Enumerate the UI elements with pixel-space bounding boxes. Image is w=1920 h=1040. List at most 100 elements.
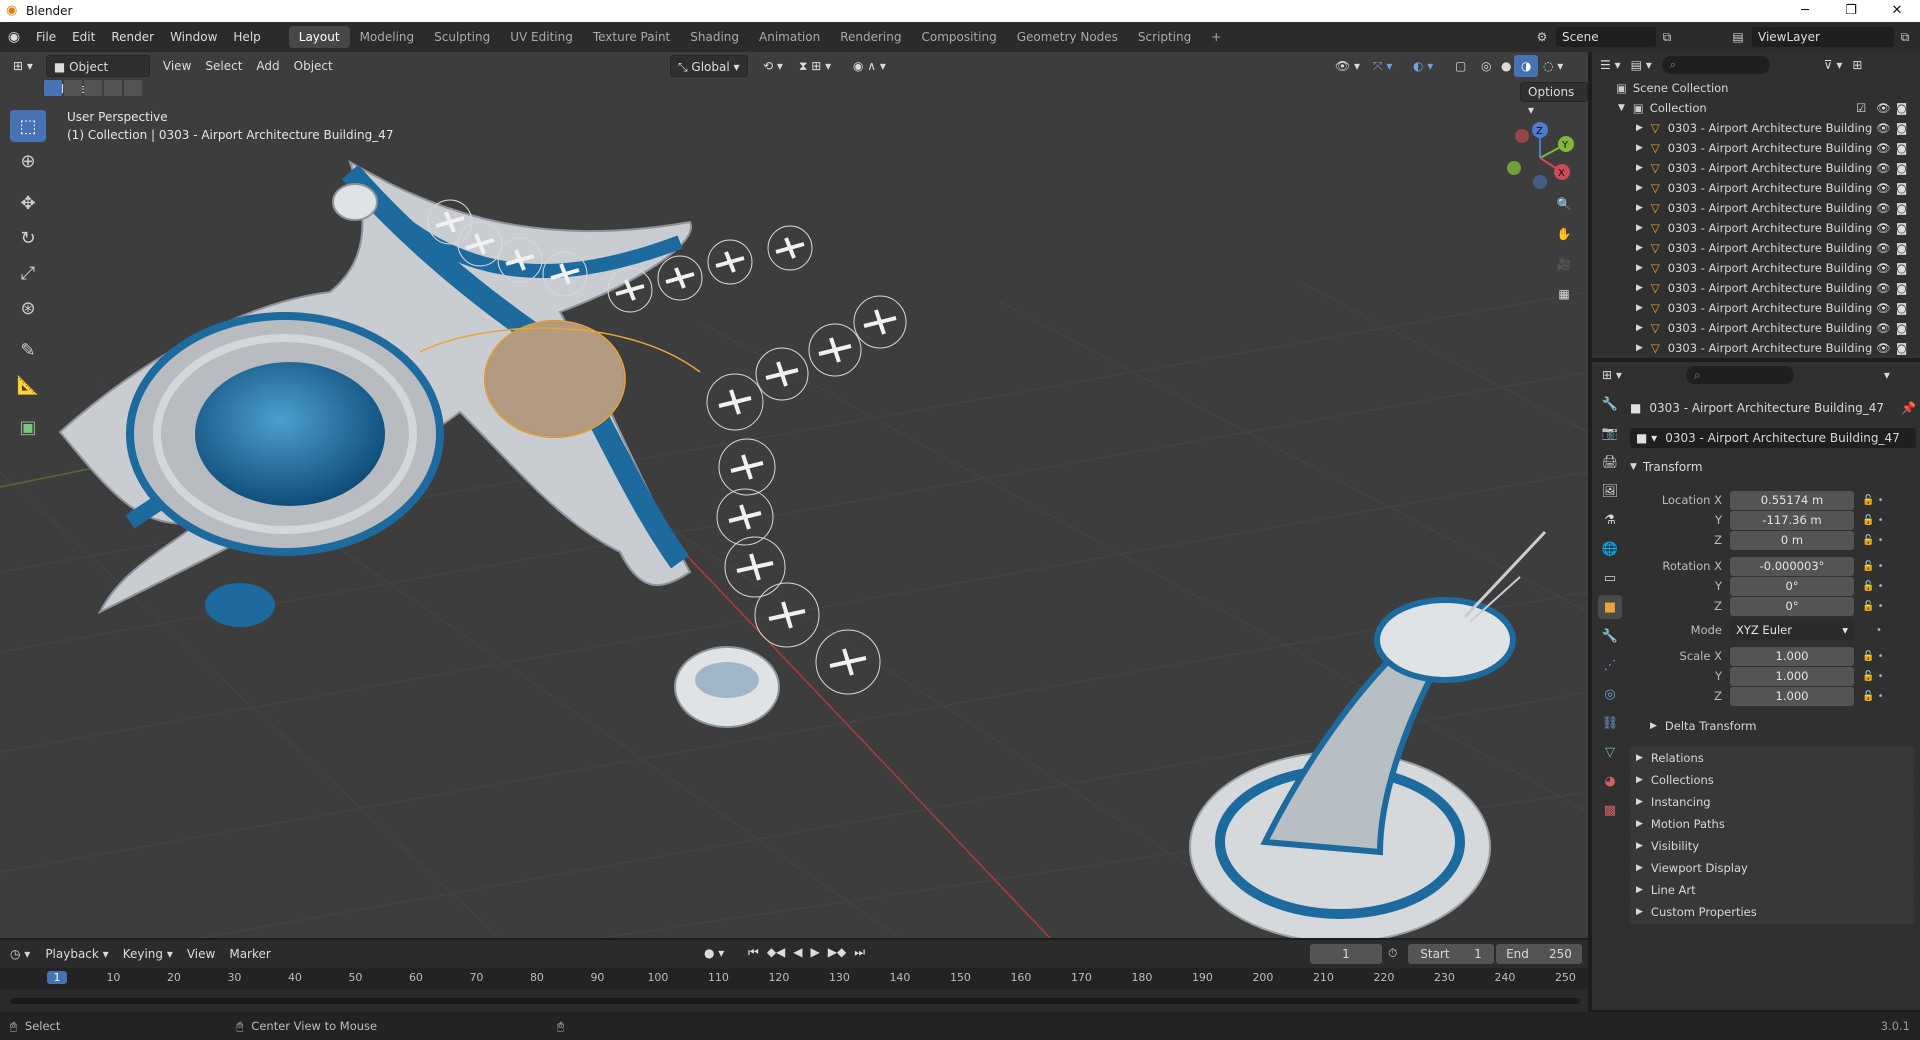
rotation-y-field[interactable]: 0° <box>1730 576 1854 596</box>
expand-arrow-icon[interactable]: ▶ <box>1636 283 1643 293</box>
render-camera-icon[interactable]: ◙ <box>1896 281 1907 295</box>
playback-menu[interactable]: Playback ▾ <box>38 943 115 965</box>
expand-arrow-icon[interactable]: ▶ <box>1636 203 1643 213</box>
render-camera-icon[interactable]: ◙ <box>1896 221 1907 235</box>
properties-search-input[interactable]: ⌕ <box>1685 366 1794 384</box>
lock-icon[interactable]: 🔓 • <box>1862 495 1884 506</box>
display-mode-icon[interactable]: ▤ ▾ <box>1631 58 1652 72</box>
section-custom-properties[interactable]: ▶ Custom Properties <box>1630 900 1914 924</box>
material-tab-icon[interactable]: ◕ <box>1598 769 1622 793</box>
play-icon[interactable]: ▶ <box>811 945 820 960</box>
eye-icon[interactable]: 👁 <box>1876 341 1891 355</box>
shading-material-icon[interactable]: ◑ <box>1514 55 1539 77</box>
expand-arrow-icon[interactable]: ▼ <box>1618 103 1625 113</box>
expand-arrow-icon[interactable]: ▶ <box>1636 163 1643 173</box>
timeline-view-menu[interactable]: View <box>180 943 222 965</box>
scale-tool-icon[interactable]: ⤢ <box>10 257 46 289</box>
modifier-tab-icon[interactable]: 🔧 <box>1598 624 1622 648</box>
constraints-tab-icon[interactable]: ⛓ <box>1598 711 1622 735</box>
new-scene-icon[interactable]: ⧉ <box>1656 30 1678 45</box>
eye-icon[interactable]: 👁 <box>1876 201 1891 215</box>
render-camera-icon[interactable]: ◙ <box>1896 181 1907 195</box>
render-camera-icon[interactable]: ◙ <box>1896 161 1907 175</box>
scale-z-field[interactable]: 1.000 <box>1730 686 1854 706</box>
expand-arrow-icon[interactable]: ▶ <box>1636 343 1643 353</box>
rotation-x-field[interactable]: -0.000003° <box>1730 556 1854 576</box>
options-dropdown[interactable]: Options ▾ <box>1520 82 1588 117</box>
viewport-scene[interactable] <box>0 52 1588 938</box>
outliner-object-row[interactable]: ▶ ▽ 0303 - Airport Architecture Building 👁 ◙ <box>1592 338 1920 358</box>
expand-arrow-icon[interactable]: ▶ <box>1636 223 1643 233</box>
location-z-field[interactable]: 0 m <box>1730 530 1854 550</box>
outliner-object-row[interactable]: ▶ ▽ 0303 - Airport Architecture Building 👁 ◙ <box>1592 178 1920 198</box>
expand-arrow-icon[interactable]: ▶ <box>1636 303 1643 313</box>
tab-layout[interactable]: Layout <box>288 26 350 48</box>
lock-icon[interactable]: 🔓 • <box>1862 671 1884 682</box>
particles-tab-icon[interactable]: ⋰ <box>1598 653 1622 677</box>
outliner-object-row[interactable]: ▶ ▽ 0303 - Airport Architecture Building 👁 ◙ <box>1592 218 1920 238</box>
section-line-art[interactable]: ▶ Line Art <box>1630 878 1914 902</box>
tab-modeling[interactable]: Modeling <box>350 26 425 48</box>
viewlayer-selector[interactable]: ▤ ViewLayer ⧉ <box>1724 26 1916 48</box>
menu-file[interactable]: File <box>28 22 64 52</box>
play-reverse-icon[interactable]: ◀ <box>793 945 802 960</box>
menu-render[interactable]: Render <box>103 22 162 52</box>
cursor-tool-icon[interactable]: ⊕ <box>10 145 46 177</box>
lock-icon[interactable]: 🔓 • <box>1862 691 1884 702</box>
start-frame-field[interactable]: Start 1 <box>1408 944 1494 964</box>
data-tab-icon[interactable]: ▽ <box>1598 740 1622 764</box>
menu-object[interactable]: Object <box>287 55 340 77</box>
expand-arrow-icon[interactable]: ▶ <box>1636 323 1643 333</box>
collection-tab-icon[interactable]: ▭ <box>1598 566 1622 590</box>
scene-tab-icon[interactable]: ⚗ <box>1598 508 1622 532</box>
eye-icon[interactable]: 👁 <box>1876 321 1891 335</box>
outliner-object-row[interactable]: ▶ ▽ 0303 - Airport Architecture Building 👁 ◙ <box>1592 258 1920 278</box>
menu-view[interactable]: View <box>156 55 198 77</box>
tab-sculpting[interactable]: Sculpting <box>424 26 500 48</box>
section-viewport-display[interactable]: ▶ Viewport Display <box>1630 856 1914 880</box>
tab-texture-paint[interactable]: Texture Paint <box>583 26 680 48</box>
menu-edit[interactable]: Edit <box>64 22 103 52</box>
ortho-grid-icon[interactable]: ▦ <box>1552 282 1576 306</box>
section-visibility[interactable]: ▶ Visibility <box>1630 834 1914 858</box>
3d-viewport[interactable]: ⊞ ▾ ■ Object Mode ▾ View Select Add Obje… <box>0 52 1588 938</box>
eye-icon[interactable]: 👁 <box>1876 181 1891 195</box>
rotation-mode-dropdown[interactable]: XYZ Euler ▾ <box>1730 620 1854 640</box>
outliner-object-row[interactable]: ▶ ▽ 0303 - Airport Architecture Building 👁 ◙ <box>1592 318 1920 338</box>
render-camera-icon[interactable]: ◙ <box>1896 101 1907 115</box>
viewlayer-name[interactable]: ViewLayer <box>1752 27 1894 47</box>
expand-arrow-icon[interactable]: ▶ <box>1636 123 1643 133</box>
select-box-tool-icon[interactable]: ⬚ <box>10 110 46 142</box>
eye-icon[interactable]: 👁 <box>1876 121 1891 135</box>
keyframe-dot-icon[interactable]: • <box>1876 625 1882 636</box>
snap-icon[interactable]: ⧗ ⊞ ▾ <box>792 55 838 77</box>
keying-menu[interactable]: Keying ▾ <box>116 943 180 965</box>
tab-rendering[interactable]: Rendering <box>830 26 911 48</box>
eye-icon[interactable]: 👁 <box>1876 281 1891 295</box>
render-tab-icon[interactable]: 📷 <box>1598 421 1622 445</box>
eye-icon[interactable]: 👁 <box>1876 161 1891 175</box>
maximize-icon[interactable]: ❐ <box>1828 0 1874 22</box>
outliner-object-row[interactable]: ▶ ▽ 0303 - Airport Architecture Building 👁 ◙ <box>1592 118 1920 138</box>
section-instancing[interactable]: ▶ Instancing <box>1630 790 1914 814</box>
outliner-object-row[interactable]: ▶ ▽ 0303 - Airport Architecture Building 👁 ◙ <box>1592 278 1920 298</box>
control-tower-model[interactable] <box>1189 530 1547 938</box>
render-camera-icon[interactable]: ◙ <box>1896 321 1907 335</box>
lock-icon[interactable]: 🔓 • <box>1862 581 1884 592</box>
tab-compositing[interactable]: Compositing <box>911 26 1006 48</box>
tool-tab-icon[interactable]: 🔧 <box>1598 392 1622 416</box>
render-camera-icon[interactable]: ◙ <box>1896 301 1907 315</box>
properties-editor-icon[interactable]: ⊞ ▾ <box>1602 368 1622 382</box>
select-new-icon[interactable] <box>44 80 62 96</box>
outliner-object-row[interactable]: ▶ ▽ 0303 - Airport Architecture Building 👁 ◙ <box>1592 238 1920 258</box>
location-y-field[interactable]: -117.36 m <box>1730 510 1854 530</box>
menu-help[interactable]: Help <box>225 22 268 52</box>
clock-icon[interactable]: ⏱ <box>1388 946 1397 961</box>
new-viewlayer-icon[interactable]: ⧉ <box>1894 30 1916 45</box>
select-extend-icon[interactable] <box>64 80 82 96</box>
airport-terminal-model[interactable] <box>58 159 780 728</box>
output-tab-icon[interactable]: 🖨 <box>1598 450 1622 474</box>
visibility-icon[interactable]: 👁 ▾ <box>1328 55 1367 77</box>
select-difference-icon[interactable] <box>104 80 122 96</box>
rotation-z-field[interactable]: 0° <box>1730 596 1854 616</box>
